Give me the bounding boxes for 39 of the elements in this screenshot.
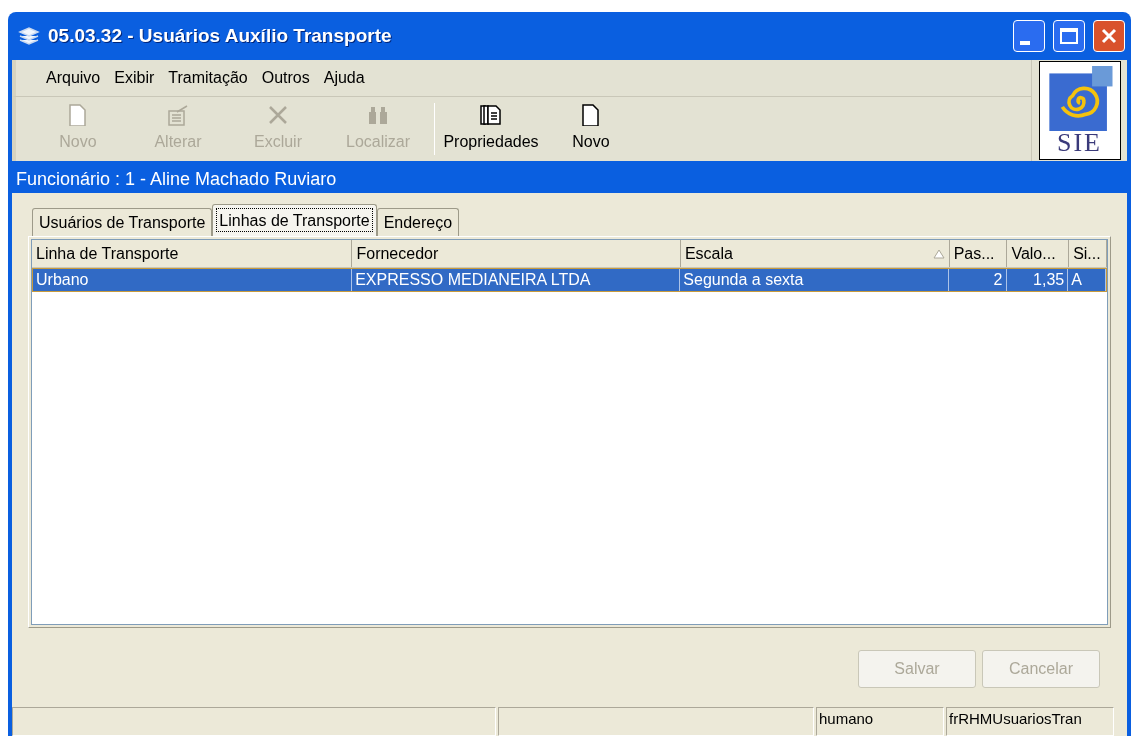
menu-item[interactable]: Arquivo [46, 66, 101, 90]
status-panel: frRHMUsuariosTran [946, 707, 1114, 736]
tab[interactable]: Endereço [376, 208, 460, 236]
tab[interactable]: Linhas de Transporte [212, 204, 377, 236]
table-cell: 2 [948, 269, 1007, 291]
window-title: 05.03.32 - Usuários Auxílio Transporte [48, 23, 392, 48]
sort-arrow-icon [932, 248, 945, 259]
table-cell: 1,35 [1006, 269, 1069, 291]
column-header[interactable]: Escala [680, 240, 950, 267]
column-header[interactable]: Pas... [949, 240, 1008, 267]
form-icon [167, 104, 189, 126]
cross-icon [267, 104, 289, 126]
table-cell: Segunda a sexta [680, 269, 949, 291]
menu-item[interactable]: Exibir [114, 66, 155, 90]
column-header[interactable]: Fornecedor [352, 240, 681, 267]
close-icon [1100, 27, 1118, 45]
maximize-button[interactable] [1053, 20, 1085, 52]
column-header[interactable]: Si... [1069, 240, 1107, 267]
close-button[interactable] [1093, 20, 1125, 52]
column-header[interactable]: Linha de Transporte [32, 240, 353, 267]
stack-icon [18, 27, 40, 45]
status-panel: humano [816, 707, 944, 736]
table-row[interactable]: Urbano EXPRESSO MEDIANEIRA LTDA Segunda a sexta 2 1,35 A [32, 268, 1107, 292]
logo-text: SIE [1057, 131, 1102, 155]
menu-item[interactable]: Outros [261, 66, 310, 90]
table-cell: EXPRESSO MEDIANEIRA LTDA [352, 269, 681, 291]
toolbar-button[interactable]: Propriedades [441, 97, 541, 161]
menu-item[interactable]: Ajuda [323, 66, 365, 90]
tab[interactable]: Usuários de Transporte [32, 208, 213, 236]
menu-item[interactable]: Tramitação [168, 66, 248, 90]
documents-icon [480, 104, 502, 126]
employee-header: Funcionário : 1 - Aline Machado Ruviaro [12, 167, 1127, 193]
page-icon [67, 104, 89, 126]
toolbar-button[interactable]: Novo [541, 97, 641, 161]
page-icon [580, 104, 602, 126]
minimize-button[interactable] [1013, 20, 1045, 52]
column-header[interactable]: Valo... [1007, 240, 1070, 267]
table-cell: Urbano [33, 269, 353, 291]
table-cell: A [1068, 269, 1106, 291]
